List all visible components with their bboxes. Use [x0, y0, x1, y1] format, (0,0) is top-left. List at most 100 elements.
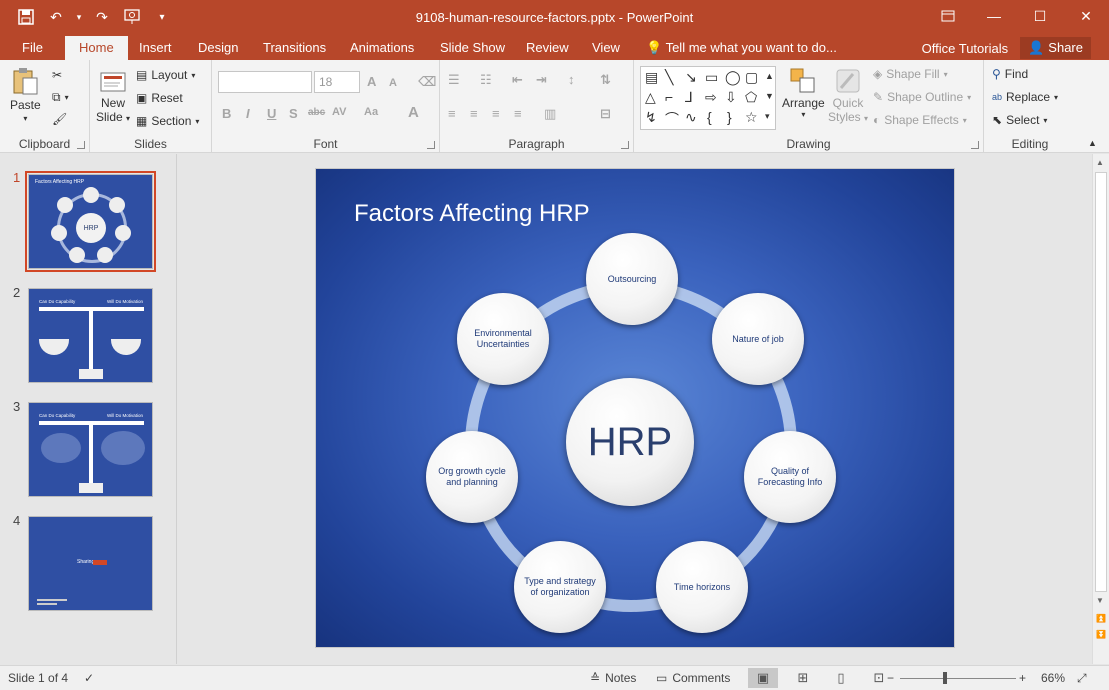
dialog-launcher-icon[interactable]	[77, 141, 85, 149]
line-shape-icon[interactable]: ╲	[665, 69, 673, 86]
line-spacing-icon[interactable]: ↕	[568, 72, 575, 87]
slide-title[interactable]: Factors Affecting HRP	[354, 200, 590, 228]
zoom-slider-track[interactable]	[900, 678, 1016, 679]
tab-view[interactable]: View	[592, 36, 620, 60]
zoom-slider-knob[interactable]	[943, 672, 947, 684]
slide-thumbnail-1[interactable]: Factors Affecting HRP HRP	[25, 171, 156, 272]
save-icon[interactable]	[14, 6, 38, 28]
tab-transitions[interactable]: Transitions	[263, 36, 326, 60]
tab-insert[interactable]: Insert	[139, 36, 172, 60]
underline-button[interactable]: U	[267, 106, 276, 121]
down-arrow-shape-icon[interactable]: ⬠	[745, 89, 757, 106]
new-slide-button[interactable]: New Slide ▾	[96, 66, 130, 124]
gallery-down-icon[interactable]: ▼	[765, 91, 774, 101]
curve-shape-icon[interactable]: ⌒	[665, 109, 679, 129]
tell-me-box[interactable]: 💡 Tell me what you want to do...	[646, 36, 837, 60]
shrink-font-icon[interactable]: A	[389, 77, 397, 89]
present-from-start-icon[interactable]	[120, 6, 144, 28]
slide-thumbnail-2[interactable]: Can Do Capability Will Do Motivation	[28, 288, 153, 383]
slide-canvas[interactable]: Factors Affecting HRP HRP Outsourcing Na…	[315, 168, 955, 648]
tab-animations[interactable]: Animations	[350, 36, 414, 60]
cut-icon[interactable]: ✂	[52, 68, 62, 82]
tab-file[interactable]: File	[22, 36, 43, 60]
tab-home[interactable]: Home	[65, 36, 128, 60]
wave-shape-icon[interactable]: ∿	[685, 109, 697, 126]
shape-fill-button[interactable]: ◈ Shape Fill ▾	[873, 67, 948, 81]
dialog-launcher-icon[interactable]	[427, 141, 435, 149]
customize-qat-icon[interactable]: ▾	[150, 6, 174, 28]
node-nature-of-job[interactable]: Nature of job	[712, 293, 804, 385]
copy-icon[interactable]: ⧉ ▾	[52, 90, 69, 105]
format-painter-icon[interactable]: 🖌	[52, 112, 67, 126]
slide-sorter-view-icon[interactable]: ⊞	[788, 668, 818, 688]
pentagon-arrow-shape-icon[interactable]: ⇩	[725, 89, 737, 106]
right-arrow-shape-icon[interactable]: ⇨	[705, 89, 717, 106]
rectangle-shape-icon[interactable]: ▭	[705, 69, 718, 86]
dialog-launcher-icon[interactable]	[621, 141, 629, 149]
minimize-icon[interactable]: —	[971, 0, 1017, 32]
freeform-shape-icon[interactable]: ↯	[645, 109, 657, 126]
decrease-indent-icon[interactable]: ⇤	[512, 72, 523, 88]
rounded-rect-shape-icon[interactable]: ▢	[745, 69, 758, 86]
node-quality-of-forecasting[interactable]: Quality of Forecasting Info	[744, 431, 836, 523]
zoom-level[interactable]: 66%	[1041, 666, 1065, 690]
arrange-button[interactable]: Arrange ▾	[782, 66, 825, 119]
tab-design[interactable]: Design	[198, 36, 238, 60]
increase-indent-icon[interactable]: ⇥	[536, 72, 547, 88]
gallery-up-icon[interactable]: ▲	[765, 71, 774, 81]
normal-view-icon[interactable]: ▣	[748, 668, 778, 688]
shape-outline-button[interactable]: ✎ Shape Outline ▾	[873, 90, 971, 104]
clear-formatting-icon[interactable]: ⌫	[418, 74, 436, 90]
find-button[interactable]: ⚲ Find	[992, 67, 1028, 81]
node-outsourcing[interactable]: Outsourcing	[586, 233, 678, 325]
slide-thumbnail-4[interactable]: Sharing	[28, 516, 153, 611]
scroll-down-icon[interactable]: ▼	[1096, 596, 1104, 605]
left-brace-shape-icon[interactable]: {	[707, 109, 712, 125]
textbox-shape-icon[interactable]: ▤	[645, 69, 658, 86]
elbow-connector-shape-icon[interactable]: ⅃	[685, 89, 693, 106]
align-text-icon[interactable]: ⊟	[600, 106, 611, 122]
vertical-scrollbar[interactable]: ▲ ▼ ⏫ ⏬	[1092, 154, 1109, 664]
chevron-down-icon[interactable]: ▾	[74, 6, 84, 28]
node-time-horizons[interactable]: Time horizons	[656, 541, 748, 633]
italic-button[interactable]: I	[246, 106, 250, 121]
node-org-growth[interactable]: Org growth cycle and planning	[426, 431, 518, 523]
dialog-launcher-icon[interactable]	[971, 141, 979, 149]
char-spacing-button[interactable]: AV	[332, 106, 346, 118]
star-shape-icon[interactable]: ☆	[745, 109, 758, 126]
comments-button[interactable]: ▭ Comments	[656, 666, 730, 690]
collapse-ribbon-icon[interactable]: ▲	[1088, 138, 1097, 148]
shadow-button[interactable]: S	[289, 106, 298, 121]
close-icon[interactable]: ✕	[1063, 0, 1109, 32]
shape-effects-button[interactable]: ◐ Shape Effects ▾	[873, 113, 967, 127]
strikethrough-button[interactable]: abc	[308, 107, 325, 118]
align-left-icon[interactable]: ≡	[448, 106, 456, 121]
maximize-icon[interactable]: ☐	[1017, 0, 1063, 32]
align-center-icon[interactable]: ≡	[470, 106, 478, 121]
scroll-up-icon[interactable]: ▲	[1096, 158, 1104, 167]
arrow-line-shape-icon[interactable]: ↘	[685, 69, 697, 86]
section-button[interactable]: ▦ Section ▾	[136, 114, 199, 128]
select-button[interactable]: ⬉ Select ▾	[992, 113, 1047, 127]
justify-icon[interactable]: ≡	[514, 106, 522, 121]
scroll-thumb[interactable]	[1095, 172, 1107, 592]
align-right-icon[interactable]: ≡	[492, 106, 500, 121]
node-environmental[interactable]: Environmental Uncertainties	[457, 293, 549, 385]
quick-styles-button[interactable]: Quick Styles ▾	[828, 66, 868, 124]
ribbon-display-options-icon[interactable]	[925, 0, 971, 32]
undo-icon[interactable]: ↶	[44, 6, 68, 28]
reading-view-icon[interactable]: ▯	[826, 668, 856, 688]
zoom-out-icon[interactable]: −	[887, 666, 894, 690]
tab-review[interactable]: Review	[526, 36, 569, 60]
font-name-input[interactable]	[218, 71, 312, 93]
previous-slide-icon[interactable]: ⏫	[1096, 614, 1106, 623]
oval-shape-icon[interactable]: ◯	[725, 69, 741, 86]
triangle-shape-icon[interactable]: △	[645, 89, 656, 106]
paste-button[interactable]: Paste ▾	[10, 66, 41, 123]
reset-button[interactable]: ▣ Reset	[136, 91, 183, 105]
slide-thumbnail-3[interactable]: Can Do Capability Will Do Motivation	[28, 402, 153, 497]
font-color-button[interactable]: A	[408, 104, 419, 121]
layout-button[interactable]: ▤ Layout ▾	[136, 68, 195, 82]
grow-font-icon[interactable]: A	[367, 74, 376, 89]
next-slide-icon[interactable]: ⏬	[1096, 630, 1106, 639]
